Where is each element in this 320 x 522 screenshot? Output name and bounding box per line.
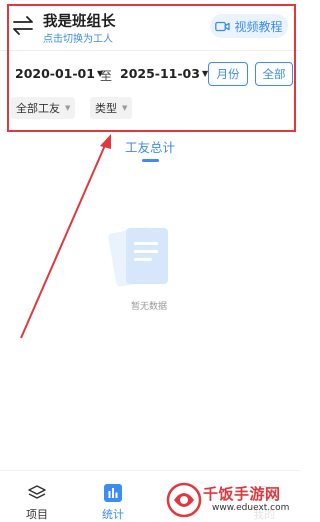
watermark-url: www.eduext.com — [212, 503, 290, 513]
bar-chart-icon — [104, 484, 122, 502]
nav-item-label: 统计 — [102, 508, 124, 521]
watermark-title: 千饭手游网 — [203, 485, 281, 503]
annotation-arrow — [20, 134, 111, 339]
nav-item-projects[interactable]: 项目 — [7, 484, 67, 522]
nav-item-label: 项目 — [26, 508, 48, 521]
nav-item-statistics[interactable]: 统计 — [83, 484, 143, 522]
bottom-nav-divider — [0, 470, 300, 471]
layers-icon — [28, 485, 46, 499]
